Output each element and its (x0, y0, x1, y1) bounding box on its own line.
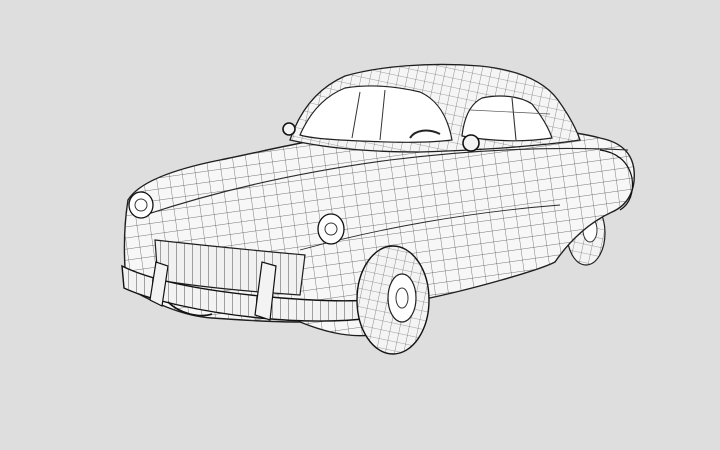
3d-viewport[interactable] (0, 0, 720, 450)
left-headlight (128, 191, 154, 219)
left-mirror (282, 122, 296, 136)
front-wheel (356, 245, 430, 355)
right-mirror (462, 134, 480, 152)
right-headlight (317, 213, 345, 245)
car-wireframe-model (121, 63, 635, 355)
